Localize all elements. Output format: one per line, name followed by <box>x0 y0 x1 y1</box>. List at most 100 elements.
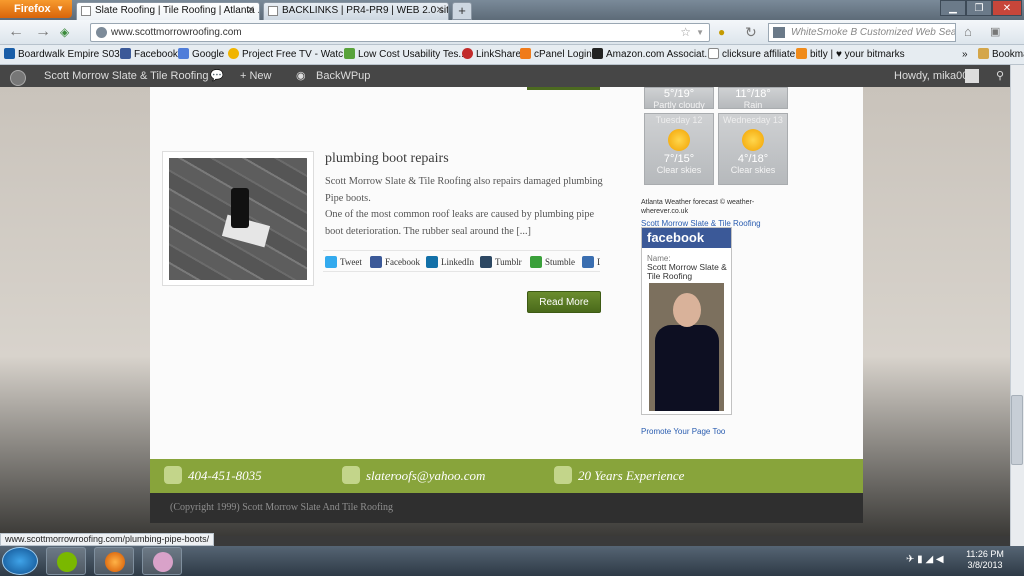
bookmark-item[interactable]: bitly | ♥ your bitmarks <box>796 45 905 64</box>
chevron-down-icon[interactable]: ▼ <box>696 24 704 41</box>
scrollbar-thumb[interactable] <box>1011 395 1023 465</box>
promote-page-link[interactable]: Promote Your Page Too <box>641 427 725 436</box>
vertical-scrollbar[interactable] <box>1010 65 1024 546</box>
bookmark-icon <box>344 48 355 59</box>
bookmark-label: cPanel Login <box>534 49 592 60</box>
windows-taskbar: ✈ ▮ ◢ ◀ 11:26 PM 3/8/2013 <box>0 546 1024 576</box>
wp-site-name[interactable]: Scott Morrow Slate & Tile Roofing <box>44 65 208 87</box>
system-clock[interactable]: 11:26 PM 3/8/2013 <box>960 549 1010 571</box>
forward-arrow-icon[interactable]: → <box>35 23 51 41</box>
facebook-page-name[interactable]: Scott Morrow Slate & Tile Roofing <box>642 263 731 281</box>
cpanel-icon <box>520 48 531 59</box>
clock-date: 3/8/2013 <box>967 560 1003 570</box>
facebook-header: facebook <box>642 228 731 248</box>
bookmarks-menu-label: Bookmarks <box>992 49 1024 60</box>
bookmarks-menu[interactable]: Bookmarks <box>978 45 1024 64</box>
close-tab-icon[interactable]: ✕ <box>436 3 444 19</box>
addon-icon[interactable]: ◈ <box>60 23 69 41</box>
tumblr-icon <box>480 256 492 268</box>
close-window-button[interactable]: ✕ <box>992 0 1022 16</box>
weather-day: Tuesday 12 <box>655 115 703 125</box>
minimize-button[interactable]: ▁ <box>940 0 966 16</box>
chevron-down-icon: ▼ <box>56 4 64 13</box>
navigation-toolbar: ← → ◈ www.scottmorrowroofing.com ☆ ▼ ● ↻… <box>0 20 1024 45</box>
facebook-widget[interactable]: facebook Name: Scott Morrow Slate & Tile… <box>641 227 732 415</box>
bookmark-label: Amazon.com Associat... <box>606 49 713 60</box>
taskbar-firefox[interactable] <box>94 547 134 575</box>
bookmark-item[interactable]: clicksure affiliate <box>708 45 795 64</box>
wp-backwpup-menu[interactable]: BackWPup <box>316 65 370 87</box>
wp-account-menu[interactable]: Howdy, mika00 <box>894 65 968 87</box>
share-tumblr[interactable]: Tumblr <box>480 251 522 271</box>
tab-backlinks[interactable]: BACKLINKS | PR4-PR9 | WEB 2.0 sites | ..… <box>263 2 449 20</box>
read-more-button[interactable]: Read More <box>527 291 601 313</box>
weather-temp: 7°/15° <box>663 153 695 165</box>
excerpt-paragraph: One of the most common roof leaks are ca… <box>325 209 595 237</box>
facebook-icon <box>120 48 131 59</box>
star-icon <box>554 466 572 484</box>
bookmark-item[interactable]: Google <box>178 45 224 64</box>
restore-button[interactable]: ❐ <box>966 0 992 16</box>
share-label: D <box>597 257 600 267</box>
avatar[interactable] <box>965 69 979 83</box>
bookmark-label: LinkShare <box>476 49 522 60</box>
page-icon <box>708 48 719 59</box>
envelope-icon <box>342 466 360 484</box>
post-thumbnail[interactable] <box>162 151 314 286</box>
bookmark-item[interactable]: LinkShare <box>462 45 522 64</box>
home-icon[interactable]: ⌂ <box>964 23 972 41</box>
firefox-menu-button[interactable]: Firefox ▼ <box>0 0 72 18</box>
bookmarks-overflow-button[interactable]: » <box>962 45 968 64</box>
share-digg[interactable]: D <box>582 251 600 271</box>
bookmark-item[interactable]: Amazon.com Associat... <box>592 45 713 64</box>
profile-photo[interactable] <box>649 283 724 411</box>
bookmark-item[interactable]: Project Free TV - Watc... <box>228 45 351 64</box>
wordpress-logo-icon[interactable] <box>10 65 26 87</box>
phone-contact[interactable]: 404-451-8035 <box>164 459 262 493</box>
search-input[interactable]: WhiteSmoke B Customized Web Sear <box>768 23 956 42</box>
contact-footer: 404-451-8035 slateroofs@yahoo.com 20 Yea… <box>150 459 863 493</box>
search-icon[interactable]: ⚲ <box>996 65 1004 87</box>
previous-read-more-button[interactable] <box>527 87 600 90</box>
share-label: Tumblr <box>495 257 522 267</box>
bookmark-item[interactable]: Facebook <box>120 45 178 64</box>
share-linkedin[interactable]: LinkedIn <box>426 251 474 271</box>
weather-day: Wednesday 13 <box>723 115 783 125</box>
weather-tile: 5°/19° Partly cloudy <box>644 87 714 110</box>
tray-icons[interactable]: ✈ ▮ ◢ ◀ <box>906 554 944 565</box>
digg-icon <box>582 256 594 268</box>
email-address: slateroofs@yahoo.com <box>366 468 486 483</box>
share-label: Stumble <box>545 257 576 267</box>
post-title[interactable]: plumbing boot repairs <box>325 151 449 167</box>
weather-credit[interactable]: Atlanta Weather forecast © weather-where… <box>641 198 781 216</box>
bookmark-item[interactable]: cPanel Login <box>520 45 592 64</box>
reload-icon[interactable]: ↻ <box>745 23 757 41</box>
tab-slate-roofing[interactable]: Slate Roofing | Tile Roofing | Atlanta .… <box>76 2 260 20</box>
taskbar-app[interactable] <box>142 547 182 575</box>
new-tab-button[interactable]: + <box>452 2 472 20</box>
start-button[interactable] <box>2 547 38 575</box>
bookmark-item[interactable]: Boardwalk Empire S03... <box>4 45 129 64</box>
email-contact[interactable]: slateroofs@yahoo.com <box>342 459 485 493</box>
close-tab-icon[interactable]: ✕ <box>247 3 255 19</box>
back-arrow-icon[interactable]: ← <box>8 23 24 41</box>
share-stumble[interactable]: Stumble <box>530 251 576 271</box>
download-icon[interactable]: ▣ <box>990 23 1000 41</box>
address-bar[interactable]: www.scottmorrowroofing.com ☆ ▼ <box>90 23 710 42</box>
addon-h-icon[interactable]: ● <box>718 23 725 41</box>
weather-condition: Clear skies <box>656 165 702 175</box>
share-tweet[interactable]: Tweet <box>325 251 362 271</box>
backwpup-icon[interactable]: ◉ <box>296 65 306 87</box>
spotify-icon <box>57 552 77 572</box>
wp-new-button[interactable]: + New <box>240 65 272 87</box>
comments-icon[interactable]: 💬 <box>210 65 224 87</box>
clock-time: 11:26 PM <box>966 549 1004 559</box>
bookmark-item[interactable]: Low Cost Usability Tes... <box>344 45 467 64</box>
bookmark-label: Boardwalk Empire S03... <box>18 49 129 60</box>
share-facebook[interactable]: Facebook <box>370 251 420 271</box>
taskbar-spotify[interactable] <box>46 547 86 575</box>
bookmark-label: Low Cost Usability Tes... <box>358 49 467 60</box>
bookmark-star-icon[interactable]: ☆ <box>680 24 691 41</box>
weather-condition: Rain <box>743 100 763 110</box>
tab-title: BACKLINKS | PR4-PR9 | WEB 2.0 sites | ..… <box>282 5 449 16</box>
